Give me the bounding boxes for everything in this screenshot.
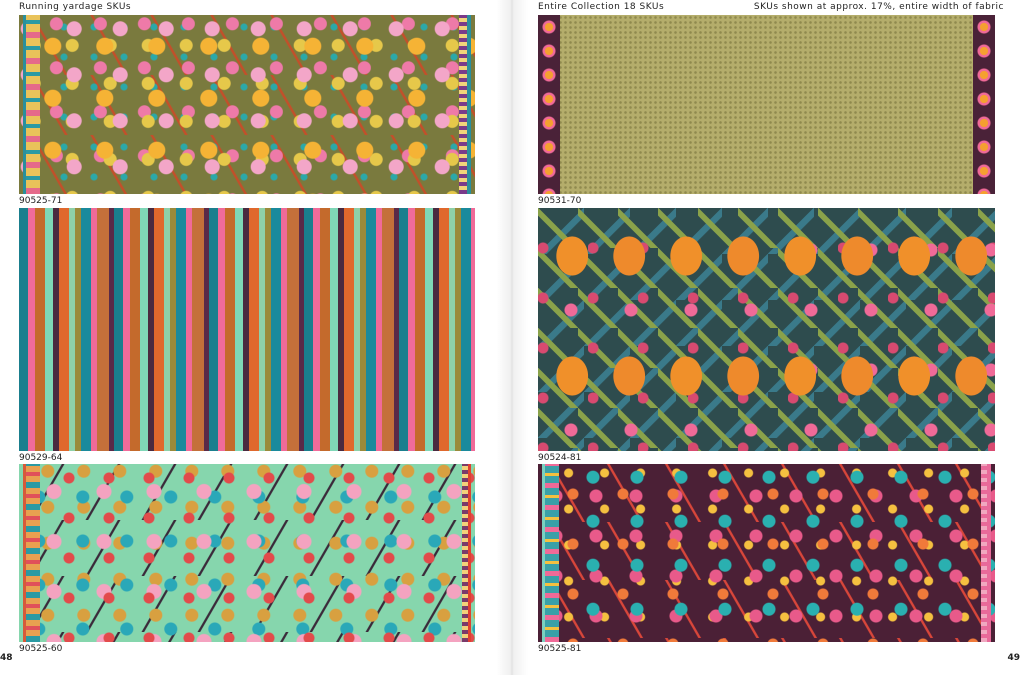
sku-label: 90531-70 xyxy=(538,196,582,206)
sku-label: 90529-64 xyxy=(19,453,63,463)
sku-label: 90524-81 xyxy=(538,453,582,463)
left-page-header: Running yardage SKUs xyxy=(19,2,132,12)
right-page-header-left: Entire Collection 18 SKUs xyxy=(538,2,665,12)
page-number-right: 49 xyxy=(1007,653,1020,663)
left-page: Running yardage SKUs 90525-71 90529-64 9… xyxy=(0,0,512,675)
right-page: Entire Collection 18 SKUs SKUs shown at … xyxy=(512,0,1024,675)
fabric-swatch-90529-64[interactable] xyxy=(19,208,475,451)
fabric-swatch-90524-81[interactable] xyxy=(538,208,995,451)
fabric-swatch-90525-60[interactable] xyxy=(19,464,475,642)
fabric-swatch-90531-70[interactable] xyxy=(538,15,995,194)
sku-label: 90525-60 xyxy=(19,644,63,654)
sku-label: 90525-81 xyxy=(538,644,582,654)
page-number-left: 48 xyxy=(0,653,13,663)
fabric-swatch-90525-71[interactable] xyxy=(19,15,475,194)
sku-label: 90525-71 xyxy=(19,196,63,206)
right-page-header-right: SKUs shown at approx. 17%, entire width … xyxy=(753,2,1004,12)
fabric-swatch-90525-81[interactable] xyxy=(538,464,995,642)
